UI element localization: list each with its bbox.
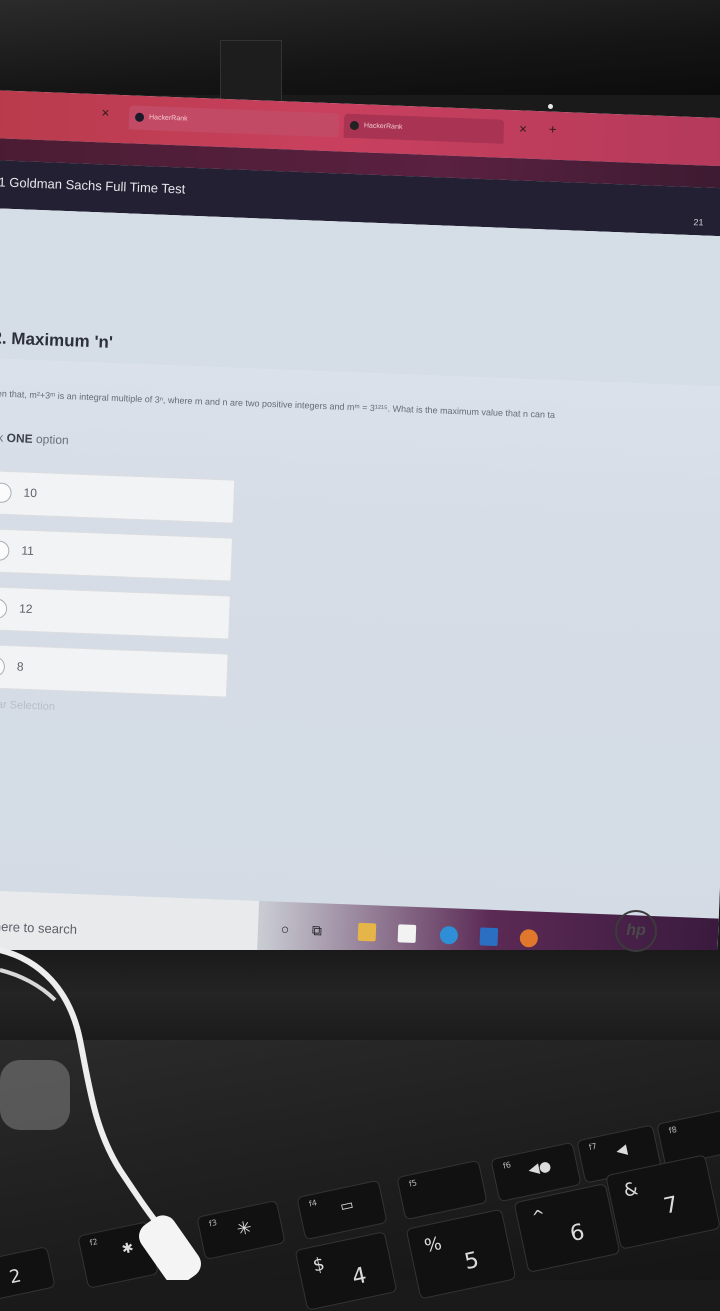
laptop-screen: HackerRank ✕ HackerRank ✕ + 1 Goldman Sa… [0, 90, 720, 979]
pick-instruction: ick ONE option [0, 430, 69, 447]
timer: 21 [693, 217, 704, 228]
pick-prefix: ick [0, 430, 4, 445]
key-fn-label: f5 [408, 1178, 418, 1189]
key-6[interactable]: ^ 6 [513, 1183, 621, 1273]
app-icon[interactable] [519, 928, 539, 948]
radio-button[interactable] [0, 482, 12, 504]
laptop-keyboard-deck: f2 ✱ f3 ✳ f4 ▭ f5 f6 ◀● f7 ◀ f8 $ 4 % 5 ^ 6 &… [0, 1040, 720, 1311]
radio-button[interactable] [0, 656, 6, 677]
key-main-label: 4 [350, 1263, 369, 1291]
key-5[interactable]: % 5 [405, 1208, 517, 1300]
key-4[interactable]: $ 4 [294, 1231, 398, 1311]
browser-tab[interactable]: HackerRank [128, 105, 340, 138]
close-icon[interactable]: ✕ [101, 108, 110, 119]
edge-icon[interactable] [439, 925, 459, 945]
radio-button[interactable] [0, 540, 10, 562]
option-label: 12 [18, 601, 33, 617]
answer-option[interactable]: 10 [0, 470, 236, 524]
pick-suffix: option [35, 432, 69, 448]
object-on-bezel [220, 40, 282, 102]
question-header-area [0, 207, 720, 387]
answer-option[interactable]: 8 [0, 643, 229, 698]
pick-bold: ONE [6, 430, 33, 446]
key-f2[interactable]: f2 ✱ [77, 1221, 159, 1289]
key-f4[interactable]: f4 ▭ [296, 1179, 388, 1241]
tab-favicon-icon [134, 112, 145, 122]
browser-tab-title: HackerRank [363, 122, 403, 131]
radio-button[interactable] [0, 598, 8, 620]
option-label: 10 [23, 485, 38, 501]
tab-favicon-icon [349, 120, 360, 131]
key-fn-label: f4 [308, 1198, 318, 1209]
key-fn-label: f3 [208, 1217, 218, 1229]
key-f5[interactable]: f5 [396, 1159, 488, 1221]
mail-icon[interactable] [479, 927, 499, 947]
key-fn-label: f2 [88, 1237, 99, 1248]
key-main-label: 6 [567, 1219, 587, 1248]
key-shift-label: & [621, 1178, 640, 1202]
key-fn-label: f6 [502, 1160, 512, 1171]
clear-selection-link[interactable]: Clear Selection [0, 698, 55, 713]
answer-option[interactable]: 11 [0, 527, 233, 582]
key-main-label: 2 [7, 1265, 24, 1289]
hp-logo: hp [615, 910, 657, 952]
task-view-icon[interactable]: ⧉ [308, 921, 327, 940]
key-main-label: 7 [661, 1192, 681, 1220]
key-main-label: 5 [462, 1247, 482, 1276]
option-label: 8 [16, 659, 24, 674]
key-f3[interactable]: f3 ✳ [196, 1199, 286, 1261]
search-placeholder: pe here to search [0, 918, 78, 937]
new-tab-icon[interactable]: + [549, 121, 557, 136]
option-label: 11 [21, 543, 35, 559]
close-icon[interactable]: ✕ [519, 124, 528, 135]
key-shift-label: $ [311, 1253, 327, 1277]
key-2[interactable]: 2 [0, 1246, 56, 1300]
answer-option[interactable]: 12 [0, 585, 231, 640]
cortana-circle-icon[interactable]: ○ [276, 920, 295, 939]
question-text: iven that, m²+3ᵐ is an integral multiple… [0, 388, 556, 420]
key-fn-label: f8 [668, 1124, 678, 1136]
key-shift-label: % [422, 1233, 444, 1258]
laptop-bezel-top [0, 0, 720, 95]
browser-tab[interactable]: HackerRank [343, 113, 505, 144]
store-icon[interactable] [397, 924, 417, 943]
laptop-hinge [0, 950, 720, 1040]
key-fn-label: f7 [588, 1141, 598, 1152]
page-title: 1 Goldman Sachs Full Time Test [0, 174, 186, 197]
file-explorer-icon[interactable] [357, 922, 377, 942]
browser-tab-title: HackerRank [148, 114, 188, 123]
question-title: 2. Maximum 'n' [0, 328, 114, 352]
question-panel: 2. Maximum 'n' iven that, m²+3ᵐ is an in… [0, 207, 720, 967]
webcam-light [548, 104, 553, 109]
key-shift-label: ^ [530, 1205, 548, 1227]
